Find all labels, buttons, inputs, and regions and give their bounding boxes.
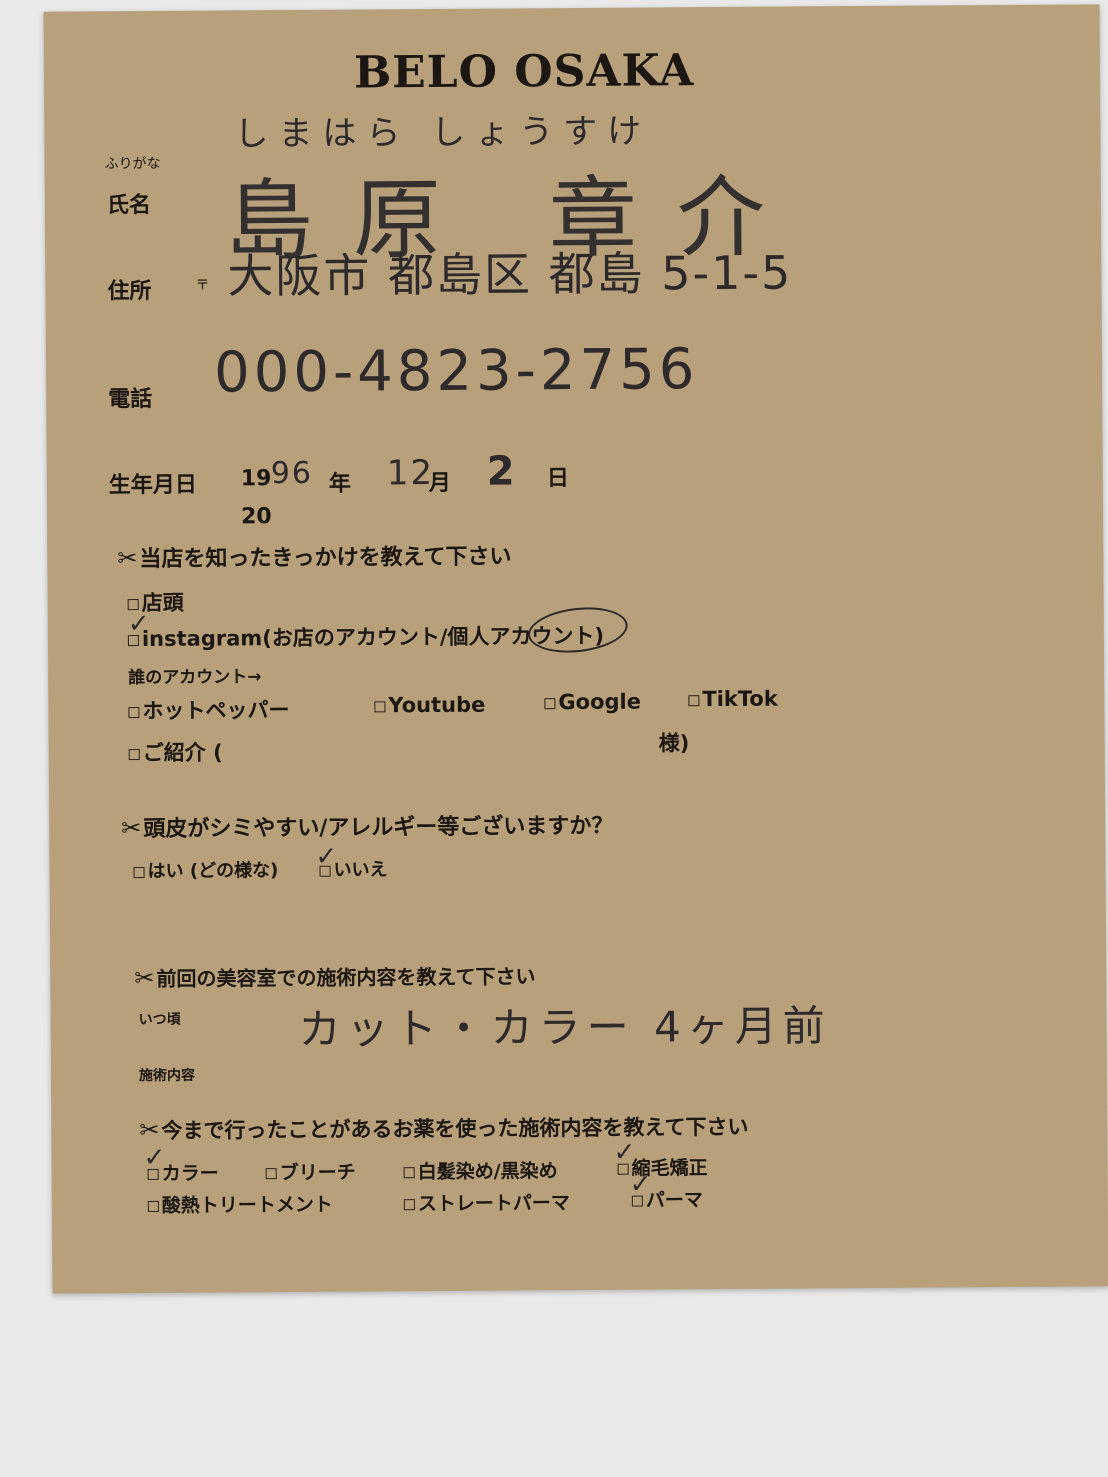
checkbox[interactable] (133, 866, 145, 878)
check-mark-icon: ✓ (629, 1169, 652, 1200)
checkbox[interactable] (265, 1168, 277, 1180)
name-label: 氏名 (106, 192, 151, 219)
question-last-treatment-text: 前回の美容室での施術内容を教えて下さい (156, 964, 536, 991)
postal-mark: 〒 (195, 277, 210, 294)
address-label: 住所 (107, 278, 152, 305)
check-mark-icon: ✓ (315, 841, 338, 872)
option-allergy-yes[interactable]: はい (どの様な) (133, 856, 278, 883)
check-mark-icon: ✓ (613, 1137, 636, 1168)
birth-year-prefix: 19 (240, 466, 272, 492)
checkbox[interactable] (128, 706, 140, 718)
scissors-icon: ✂ (117, 544, 138, 573)
question-chemical-treatments: ✂今まで行ったことがあるお薬を使った施術内容を教えて下さい (139, 1111, 748, 1145)
birth-year-prefix-alt: 20 (240, 504, 272, 530)
option-acid-heat-treatment[interactable]: 酸熱トリートメント (147, 1190, 333, 1218)
question-how-found: ✂当店を知ったきっかけを教えて下さい (117, 538, 511, 573)
option-tiktok[interactable]: TikTok (688, 687, 778, 712)
option-google[interactable]: Google (544, 690, 641, 715)
whose-account-label: 誰のアカウント→ (128, 667, 262, 689)
question-last-treatment: ✂前回の美容室での施術内容を教えて下さい (134, 960, 535, 992)
handwritten-address: 大阪市 都島区 都島 5-1-5 (227, 245, 793, 304)
checkbox[interactable] (374, 700, 386, 712)
option-hotpepper[interactable]: ホットペッパー (128, 694, 290, 725)
handwritten-birth-year: 96 (270, 455, 314, 492)
phone-label: 電話 (108, 386, 153, 413)
day-unit: 日 (546, 466, 569, 492)
question-allergy: ✂頭皮がシミやすい/アレルギー等ございますか？ (121, 808, 613, 843)
check-mark-icon: ✓ (127, 608, 150, 640)
option-bleach[interactable]: ブリーチ (265, 1158, 356, 1186)
checkbox[interactable] (544, 697, 556, 709)
check-mark-icon: ✓ (143, 1142, 166, 1174)
scissors-icon: ✂ (139, 1115, 160, 1145)
checkbox[interactable] (403, 1199, 415, 1211)
when-label: いつ頃 (138, 1011, 181, 1029)
question-how-found-text: 当店を知ったきっかけを教えて下さい (139, 544, 512, 573)
handwritten-last-treatment: カット・カラー 4ヶ月前 (298, 1001, 831, 1054)
checkbox[interactable] (688, 694, 700, 706)
scissors-icon: ✂ (121, 814, 142, 843)
intake-form-paper: BELO OSAKA ふりがな しまはら しょうすけ 氏名 島原 章介 住所 〒… (43, 4, 1108, 1294)
option-straight-perm[interactable]: ストレートパーマ (403, 1188, 570, 1216)
referral-suffix: 様) (658, 731, 690, 756)
scissors-icon: ✂ (134, 963, 155, 993)
handwritten-birth-month: 12 (386, 452, 435, 494)
checkbox[interactable] (127, 598, 139, 610)
salon-title: BELO OSAKA (353, 45, 695, 99)
option-grey-black-dye[interactable]: 白髪染め/黒染め (403, 1156, 558, 1184)
treatment-content-label: 施術内容 (138, 1067, 196, 1085)
checkbox[interactable] (147, 1200, 159, 1213)
furigana-label: ふりがな (104, 155, 161, 173)
birth-label: 生年月日 (108, 472, 197, 499)
option-referral[interactable]: ご紹介 ( (128, 736, 223, 767)
question-allergy-text: 頭皮がシミやすい/アレルギー等ございますか？ (143, 813, 614, 843)
handwritten-birth-day: 2 (486, 448, 517, 495)
option-youtube[interactable]: Youtube (374, 693, 485, 718)
question-chemical-treatments-text: 今まで行ったことがあるお薬を使った施術内容を教えて下さい (161, 1114, 749, 1143)
checkbox[interactable] (403, 1167, 415, 1179)
handwritten-phone: 000-4823-2756 (213, 337, 699, 406)
year-unit: 年 (328, 471, 351, 497)
month-unit: 月 (428, 470, 451, 497)
checkbox[interactable] (128, 748, 140, 760)
